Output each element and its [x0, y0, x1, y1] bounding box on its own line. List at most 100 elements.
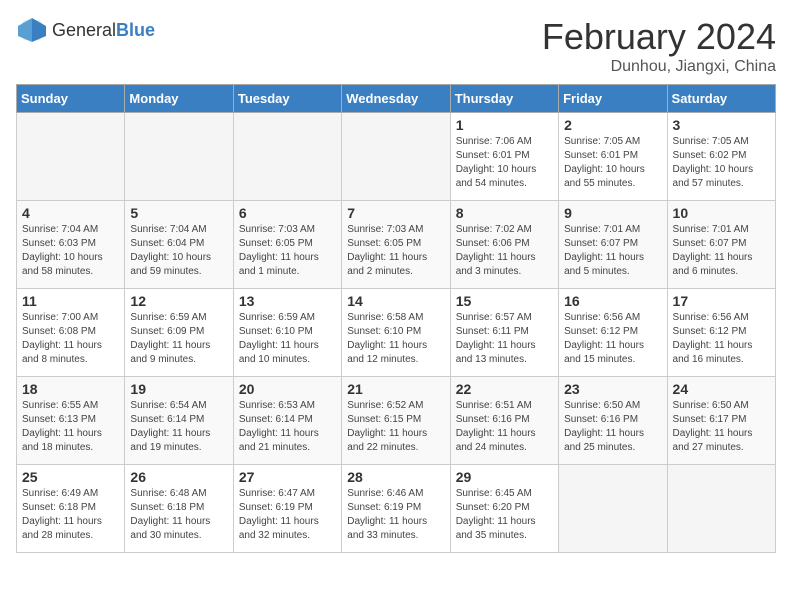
logo-text-blue: Blue [116, 20, 155, 40]
day-number: 15 [456, 293, 553, 309]
calendar-week-row: 18 Sunrise: 6:55 AMSunset: 6:13 PMDayligh… [17, 377, 776, 465]
day-number: 6 [239, 205, 336, 221]
calendar-day-cell [125, 113, 233, 201]
calendar-day-cell: 29 Sunrise: 6:45 AMSunset: 6:20 PMDayligh… [450, 465, 558, 553]
day-info: Sunrise: 6:47 AMSunset: 6:19 PMDaylight:… [239, 487, 336, 543]
day-number: 25 [22, 469, 119, 485]
day-number: 17 [673, 293, 770, 309]
day-info: Sunrise: 6:49 AMSunset: 6:18 PMDaylight:… [22, 487, 119, 543]
day-info: Sunrise: 6:59 AMSunset: 6:09 PMDaylight:… [130, 311, 227, 367]
calendar-day-cell: 21 Sunrise: 6:52 AMSunset: 6:15 PMDayligh… [342, 377, 450, 465]
day-info: Sunrise: 7:03 AMSunset: 6:05 PMDaylight:… [239, 223, 336, 279]
logo-icon [16, 16, 48, 44]
day-info: Sunrise: 7:01 AMSunset: 6:07 PMDaylight:… [564, 223, 661, 279]
day-number: 26 [130, 469, 227, 485]
day-number: 10 [673, 205, 770, 221]
calendar-day-cell: 10 Sunrise: 7:01 AMSunset: 6:07 PMDayligh… [667, 201, 775, 289]
title-area: February 2024 Dunhou, Jiangxi, China [542, 16, 776, 76]
calendar-day-cell: 11 Sunrise: 7:00 AMSunset: 6:08 PMDayligh… [17, 289, 125, 377]
calendar-day-cell: 17 Sunrise: 6:56 AMSunset: 6:12 PMDayligh… [667, 289, 775, 377]
day-info: Sunrise: 6:50 AMSunset: 6:17 PMDaylight:… [673, 399, 770, 455]
day-info: Sunrise: 7:06 AMSunset: 6:01 PMDaylight:… [456, 135, 553, 191]
day-info: Sunrise: 7:03 AMSunset: 6:05 PMDaylight:… [347, 223, 444, 279]
day-number: 12 [130, 293, 227, 309]
day-number: 8 [456, 205, 553, 221]
day-number: 24 [673, 381, 770, 397]
day-info: Sunrise: 7:02 AMSunset: 6:06 PMDaylight:… [456, 223, 553, 279]
calendar-day-cell [17, 113, 125, 201]
day-number: 11 [22, 293, 119, 309]
day-number: 16 [564, 293, 661, 309]
calendar-day-cell: 25 Sunrise: 6:49 AMSunset: 6:18 PMDayligh… [17, 465, 125, 553]
day-number: 22 [456, 381, 553, 397]
calendar-day-cell: 15 Sunrise: 6:57 AMSunset: 6:11 PMDayligh… [450, 289, 558, 377]
calendar-day-cell: 13 Sunrise: 6:59 AMSunset: 6:10 PMDayligh… [233, 289, 341, 377]
day-number: 28 [347, 469, 444, 485]
calendar-day-cell: 2Sunrise: 7:05 AMSunset: 6:01 PMDaylight… [559, 113, 667, 201]
calendar-body: 1 Sunrise: 7:06 AMSunset: 6:01 PMDaylight… [17, 113, 776, 553]
calendar-day-cell: 23Sunrise: 6:50 AMSunset: 6:16 PMDayligh… [559, 377, 667, 465]
calendar-week-row: 11 Sunrise: 7:00 AMSunset: 6:08 PMDayligh… [17, 289, 776, 377]
day-info: Sunrise: 6:54 AMSunset: 6:14 PMDaylight:… [130, 399, 227, 455]
calendar-day-cell: 3Sunrise: 7:05 AMSunset: 6:02 PMDaylight… [667, 113, 775, 201]
day-info: Sunrise: 7:05 AMSunset: 6:02 PMDaylight:… [673, 135, 770, 191]
day-info: Sunrise: 6:59 AMSunset: 6:10 PMDaylight:… [239, 311, 336, 367]
calendar-day-cell: 8 Sunrise: 7:02 AMSunset: 6:06 PMDaylight… [450, 201, 558, 289]
calendar-day-cell: 14Sunrise: 6:58 AMSunset: 6:10 PMDayligh… [342, 289, 450, 377]
day-number: 27 [239, 469, 336, 485]
calendar-day-cell: 9Sunrise: 7:01 AMSunset: 6:07 PMDaylight… [559, 201, 667, 289]
calendar-day-cell: 24 Sunrise: 6:50 AMSunset: 6:17 PMDayligh… [667, 377, 775, 465]
day-number: 1 [456, 117, 553, 133]
weekday-header-row: SundayMondayTuesdayWednesdayThursdayFrid… [17, 85, 776, 113]
day-number: 4 [22, 205, 119, 221]
day-info: Sunrise: 6:53 AMSunset: 6:14 PMDaylight:… [239, 399, 336, 455]
calendar-day-cell: 19 Sunrise: 6:54 AMSunset: 6:14 PMDayligh… [125, 377, 233, 465]
day-number: 19 [130, 381, 227, 397]
calendar-day-cell: 27 Sunrise: 6:47 AMSunset: 6:19 PMDayligh… [233, 465, 341, 553]
day-info: Sunrise: 6:45 AMSunset: 6:20 PMDaylight:… [456, 487, 553, 543]
calendar-day-cell [559, 465, 667, 553]
calendar-week-row: 1 Sunrise: 7:06 AMSunset: 6:01 PMDaylight… [17, 113, 776, 201]
day-number: 18 [22, 381, 119, 397]
day-number: 23 [564, 381, 661, 397]
day-info: Sunrise: 6:57 AMSunset: 6:11 PMDaylight:… [456, 311, 553, 367]
weekday-header-cell: Saturday [667, 85, 775, 113]
day-info: Sunrise: 7:04 AMSunset: 6:03 PMDaylight:… [22, 223, 119, 279]
calendar-week-row: 25 Sunrise: 6:49 AMSunset: 6:18 PMDayligh… [17, 465, 776, 553]
day-number: 13 [239, 293, 336, 309]
weekday-header-cell: Friday [559, 85, 667, 113]
month-title: February 2024 [542, 16, 776, 58]
calendar-day-cell: 22Sunrise: 6:51 AMSunset: 6:16 PMDayligh… [450, 377, 558, 465]
day-info: Sunrise: 7:04 AMSunset: 6:04 PMDaylight:… [130, 223, 227, 279]
calendar-day-cell: 5 Sunrise: 7:04 AMSunset: 6:04 PMDaylight… [125, 201, 233, 289]
day-number: 14 [347, 293, 444, 309]
calendar-day-cell: 20Sunrise: 6:53 AMSunset: 6:14 PMDayligh… [233, 377, 341, 465]
day-number: 5 [130, 205, 227, 221]
weekday-header-cell: Thursday [450, 85, 558, 113]
weekday-header-cell: Wednesday [342, 85, 450, 113]
calendar-day-cell: 12 Sunrise: 6:59 AMSunset: 6:09 PMDayligh… [125, 289, 233, 377]
day-info: Sunrise: 6:46 AMSunset: 6:19 PMDaylight:… [347, 487, 444, 543]
calendar-day-cell: 7 Sunrise: 7:03 AMSunset: 6:05 PMDaylight… [342, 201, 450, 289]
day-number: 21 [347, 381, 444, 397]
weekday-header-cell: Monday [125, 85, 233, 113]
day-number: 7 [347, 205, 444, 221]
calendar-week-row: 4 Sunrise: 7:04 AMSunset: 6:03 PMDaylight… [17, 201, 776, 289]
logo: GeneralBlue [16, 16, 155, 44]
calendar-day-cell: 6 Sunrise: 7:03 AMSunset: 6:05 PMDaylight… [233, 201, 341, 289]
day-info: Sunrise: 6:55 AMSunset: 6:13 PMDaylight:… [22, 399, 119, 455]
day-info: Sunrise: 6:56 AMSunset: 6:12 PMDaylight:… [673, 311, 770, 367]
day-number: 29 [456, 469, 553, 485]
day-number: 2 [564, 117, 661, 133]
calendar-day-cell: 4 Sunrise: 7:04 AMSunset: 6:03 PMDaylight… [17, 201, 125, 289]
calendar-day-cell: 28 Sunrise: 6:46 AMSunset: 6:19 PMDayligh… [342, 465, 450, 553]
calendar-day-cell: 26 Sunrise: 6:48 AMSunset: 6:18 PMDayligh… [125, 465, 233, 553]
day-info: Sunrise: 7:01 AMSunset: 6:07 PMDaylight:… [673, 223, 770, 279]
day-info: Sunrise: 6:56 AMSunset: 6:12 PMDaylight:… [564, 311, 661, 367]
calendar-day-cell: 18 Sunrise: 6:55 AMSunset: 6:13 PMDayligh… [17, 377, 125, 465]
day-info: Sunrise: 6:52 AMSunset: 6:15 PMDaylight:… [347, 399, 444, 455]
day-info: Sunrise: 7:00 AMSunset: 6:08 PMDaylight:… [22, 311, 119, 367]
day-info: Sunrise: 6:48 AMSunset: 6:18 PMDaylight:… [130, 487, 227, 543]
calendar-day-cell [667, 465, 775, 553]
location-title: Dunhou, Jiangxi, China [542, 58, 776, 76]
